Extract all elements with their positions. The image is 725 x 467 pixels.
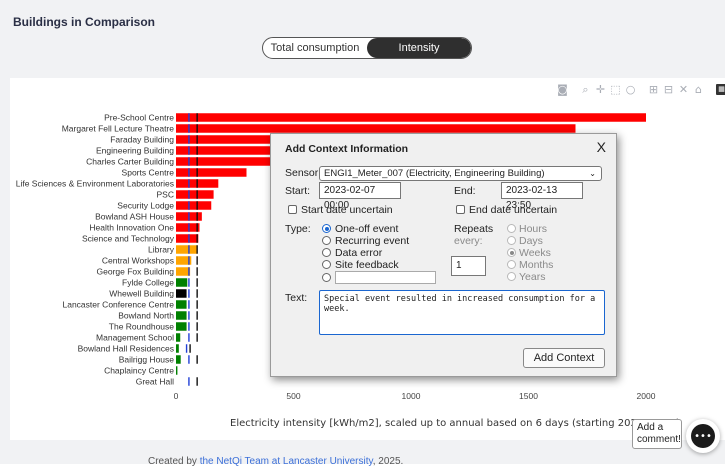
bar[interactable] (176, 289, 187, 298)
add-comment-button[interactable]: Add a comment! (632, 419, 682, 449)
category-label: Chaplaincy Centre (104, 366, 174, 376)
bar[interactable] (176, 113, 646, 122)
bar[interactable] (176, 366, 178, 375)
radio-days[interactable] (507, 236, 516, 245)
category-label: George Fox Building (97, 267, 175, 277)
unit-weeks-label: Weeks (519, 247, 551, 259)
start-uncertain-label: Start date uncertain (301, 204, 393, 216)
close-icon[interactable]: X (597, 139, 606, 155)
sensor-value: ENGI1_Meter_007 (Electricity, Engineerin… (324, 168, 545, 179)
bar[interactable] (176, 311, 187, 320)
sensor-select[interactable]: ENGI1_Meter_007 (Electricity, Engineerin… (319, 166, 602, 181)
category-label: Sports Centre (122, 168, 175, 178)
chat-button[interactable]: ••• (686, 419, 720, 453)
x-tick-label: 500 (286, 391, 300, 401)
x-tick-label: 1000 (402, 391, 421, 401)
unit-days-label: Days (519, 235, 543, 247)
footer-link[interactable]: the NetQi Team at Lancaster University (200, 456, 373, 467)
category-label: Security Lodge (117, 201, 174, 211)
radio-weeks[interactable] (507, 248, 516, 257)
footer-prefix: Created by (148, 456, 200, 467)
category-label: Whewell Building (109, 289, 174, 299)
bar[interactable] (176, 344, 179, 353)
category-label: Management School (96, 333, 174, 343)
end-label: End: (454, 185, 476, 197)
category-label: Faraday Building (110, 135, 174, 145)
category-label: PSC (157, 190, 174, 200)
end-uncertain-label: End date uncertain (469, 204, 558, 216)
repeat-count-input[interactable]: 1 (451, 256, 486, 276)
bar[interactable] (176, 355, 181, 364)
x-tick-label: 2000 (637, 391, 656, 401)
radio-recurring[interactable] (322, 236, 331, 245)
radio-other[interactable] (322, 273, 331, 282)
bar[interactable] (176, 190, 214, 199)
category-label: Bowland Hall Residences (78, 344, 174, 354)
bar[interactable] (176, 223, 200, 232)
chat-icon: ••• (691, 424, 715, 448)
dialog-title: Add Context Information (285, 143, 409, 155)
x-tick-label: 1500 (519, 391, 538, 401)
category-label: Central Workshops (102, 256, 174, 266)
bar[interactable] (176, 333, 181, 342)
add-context-dialog: Add Context Information X Sensor: ENGI1_… (270, 133, 617, 377)
unit-years-label: Years (519, 271, 546, 283)
context-text-area[interactable]: Special event resulted in increased cons… (319, 290, 605, 335)
bar[interactable] (176, 267, 191, 276)
bar[interactable] (176, 300, 187, 309)
radio-hours[interactable] (507, 224, 516, 233)
category-label: The Roundhouse (109, 322, 174, 332)
category-label: Great Hall (136, 377, 174, 387)
start-label: Start: (285, 185, 311, 197)
category-label: Library (148, 245, 175, 255)
radio-years[interactable] (507, 272, 516, 281)
type-label: Type: (285, 223, 311, 235)
every-label: every: (454, 235, 483, 247)
bar[interactable] (176, 201, 212, 210)
sensor-label: Sensor: (285, 167, 322, 179)
bar[interactable] (176, 278, 188, 287)
category-label: Science and Technology (82, 234, 175, 244)
radio-one-off[interactable] (322, 224, 331, 233)
type-one-off-label: One-off event (335, 223, 399, 235)
bar[interactable] (176, 124, 576, 133)
category-label: Fylde College (122, 278, 174, 288)
add-context-button[interactable]: Add Context (523, 348, 605, 368)
type-site-feedback-label: Site feedback (335, 259, 399, 271)
category-label: Life Sciences & Environment Laboratories (16, 179, 174, 189)
x-tick-label: 0 (174, 391, 179, 401)
other-type-input[interactable] (335, 271, 436, 284)
footer: Created by the NetQi Team at Lancaster U… (148, 456, 403, 467)
type-data-error-label: Data error (335, 247, 383, 259)
radio-site-feedback[interactable] (322, 260, 331, 269)
category-label: Pre-School Centre (104, 113, 174, 123)
category-label: Bowland North (118, 311, 174, 321)
start-uncertain-checkbox[interactable] (288, 205, 297, 214)
category-label: Bowland ASH House (95, 212, 174, 222)
category-label: Margaret Fell Lecture Theatre (62, 124, 175, 134)
category-label: Bailrigg House (119, 355, 175, 365)
bar[interactable] (176, 245, 198, 254)
radio-data-error[interactable] (322, 248, 331, 257)
end-uncertain-checkbox[interactable] (456, 205, 465, 214)
bar[interactable] (176, 168, 247, 177)
category-label: Health Innovation One (89, 223, 174, 233)
category-label: Engineering Building (96, 146, 174, 156)
unit-months-label: Months (519, 259, 554, 271)
category-label: Charles Carter Building (86, 157, 174, 167)
start-input[interactable]: 2023-02-07 00:00 (319, 182, 401, 211)
unit-hours-label: Hours (519, 223, 548, 235)
category-label: Lancaster Conference Centre (62, 300, 174, 310)
bar[interactable] (176, 234, 199, 243)
bar[interactable] (176, 322, 187, 331)
radio-months[interactable] (507, 260, 516, 269)
text-label: Text: (285, 292, 308, 304)
footer-suffix: , 2025. (372, 456, 404, 467)
x-axis-title: Electricity intensity [kWh/m2], scaled u… (230, 418, 680, 429)
repeats-label: Repeats (454, 223, 494, 235)
type-recurring-label: Recurring event (335, 235, 410, 247)
end-input[interactable]: 2023-02-13 23:50 (501, 182, 583, 211)
chevron-down-icon: ⌄ (589, 169, 596, 178)
